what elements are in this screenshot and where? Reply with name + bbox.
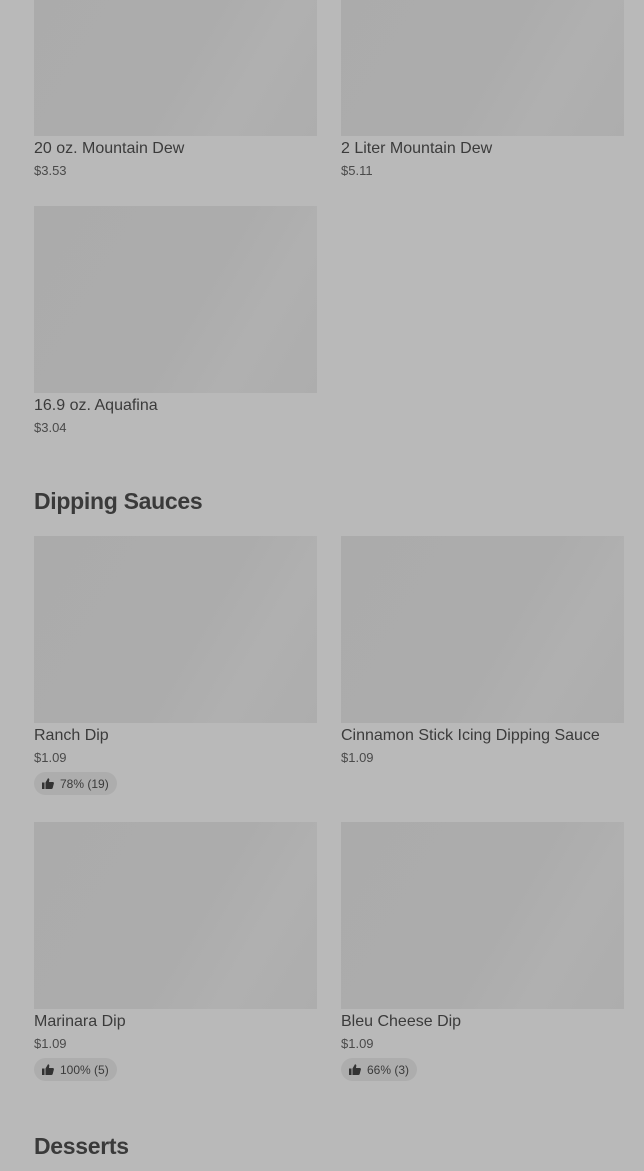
rating-text: 66% (3): [367, 1062, 410, 1077]
item-name: 16.9 oz. Aquafina: [34, 397, 158, 414]
item-price: $1.09: [34, 1036, 67, 1051]
item-price: $3.53: [34, 163, 67, 178]
item-name: Bleu Cheese Dip: [341, 1013, 462, 1030]
rating-text: 100% (5): [60, 1062, 109, 1077]
item-name: Ranch Dip: [34, 727, 109, 744]
section-title-desserts: Desserts: [34, 1133, 129, 1159]
rating-badge: 66% (3): [341, 1058, 418, 1081]
rating-badge: 100% (5): [34, 1058, 117, 1081]
item-image: [341, 822, 624, 1009]
item-price: $1.09: [341, 750, 374, 765]
rating-badge: 78% (19): [34, 772, 117, 795]
menu-item-marinara-dip[interactable]: Marinara Dip $1.09 100% (5): [34, 822, 317, 1081]
item-name: Marinara Dip: [34, 1013, 126, 1030]
item-name: 20 oz. Mountain Dew: [34, 140, 185, 157]
menu-item-2-liter-mountain-dew[interactable]: 2 Liter Mountain Dew $5.11: [341, 0, 624, 180]
menu-item-20oz-mountain-dew[interactable]: 20 oz. Mountain Dew $3.53: [34, 0, 317, 180]
item-image: [34, 822, 317, 1009]
menu-page: 20 oz. Mountain Dew $3.53 2 Liter Mounta…: [0, 0, 644, 1171]
menu-item-bleu-cheese-dip[interactable]: Bleu Cheese Dip $1.09 66% (3): [341, 822, 624, 1081]
thumbs-up-icon: [349, 1064, 361, 1075]
rating-text: 78% (19): [60, 776, 109, 791]
menu-item-ranch-dip[interactable]: Ranch Dip $1.09 78% (19): [34, 536, 317, 795]
item-image: [341, 536, 624, 723]
item-image: [341, 0, 624, 136]
menu-item-cinnamon-stick-icing-dipping-sauce[interactable]: Cinnamon Stick Icing Dipping Sauce $1.09: [341, 536, 624, 767]
item-image: [34, 206, 317, 393]
item-price: $1.09: [341, 1036, 374, 1051]
item-name: Cinnamon Stick Icing Dipping Sauce: [341, 727, 600, 744]
section-title-dipping-sauces: Dipping Sauces: [34, 488, 203, 514]
thumbs-up-icon: [42, 778, 54, 789]
item-name: 2 Liter Mountain Dew: [341, 140, 493, 157]
item-image: [34, 536, 317, 723]
item-image: [34, 0, 317, 136]
item-price: $1.09: [34, 750, 67, 765]
menu-item-aquafina[interactable]: 16.9 oz. Aquafina $3.04: [34, 206, 317, 437]
item-price: $5.11: [341, 163, 373, 178]
thumbs-up-icon: [42, 1064, 54, 1075]
item-price: $3.04: [34, 420, 67, 435]
